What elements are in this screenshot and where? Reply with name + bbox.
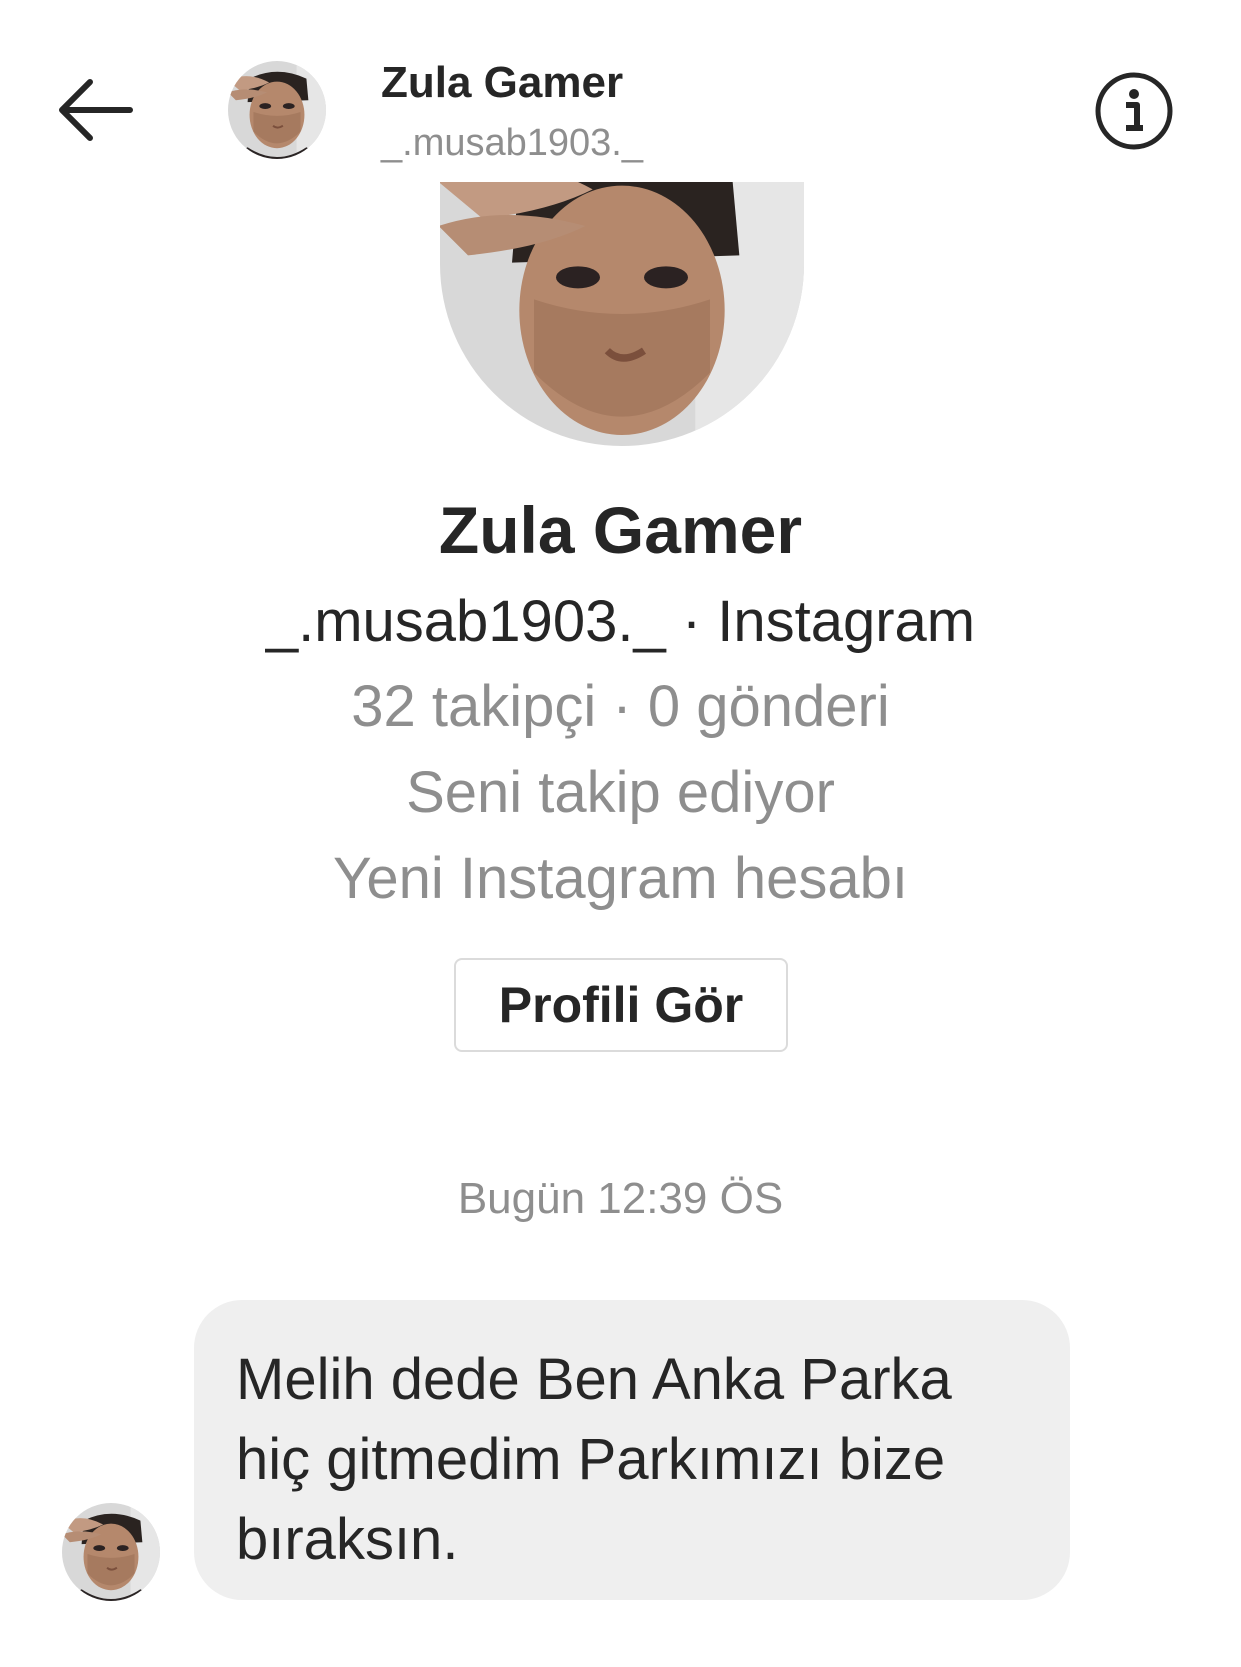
profile-account-note: Yeni Instagram hesabı [332, 846, 908, 911]
message-timestamp: Bugün 12:39 ÖS [457, 1174, 784, 1223]
arrow-left-icon [59, 79, 133, 141]
avatar-photo [62, 1503, 160, 1601]
message-bubble[interactable]: Melih dede Ben Anka Parka hiç gitmedim P… [194, 1300, 1070, 1600]
profile-photo [440, 182, 804, 446]
header-avatar[interactable] [228, 61, 326, 159]
avatar-photo [228, 61, 326, 159]
header-contact-name[interactable]: Zula Gamer [381, 58, 623, 108]
info-button[interactable] [1093, 70, 1175, 152]
header-username[interactable]: _.musab1903._ [381, 122, 643, 165]
chat-header: Zula Gamer _.musab1903._ [0, 0, 1241, 200]
profile-stats: 32 takipçi · 0 gönderi [351, 674, 890, 739]
info-circle-icon [1095, 72, 1173, 150]
message-sender-avatar[interactable] [62, 1503, 160, 1601]
profile-follow-status: Seni takip ediyor [406, 760, 835, 825]
profile-avatar[interactable] [440, 182, 804, 446]
message-text: Melih dede Ben Anka Parka hiç gitmedim P… [236, 1347, 952, 1572]
profile-username-platform: _.musab1903._ · Instagram [265, 589, 976, 654]
profile-name: Zula Gamer [438, 493, 803, 567]
back-button[interactable] [50, 70, 140, 150]
view-profile-button[interactable]: Profili Gör [454, 958, 788, 1052]
